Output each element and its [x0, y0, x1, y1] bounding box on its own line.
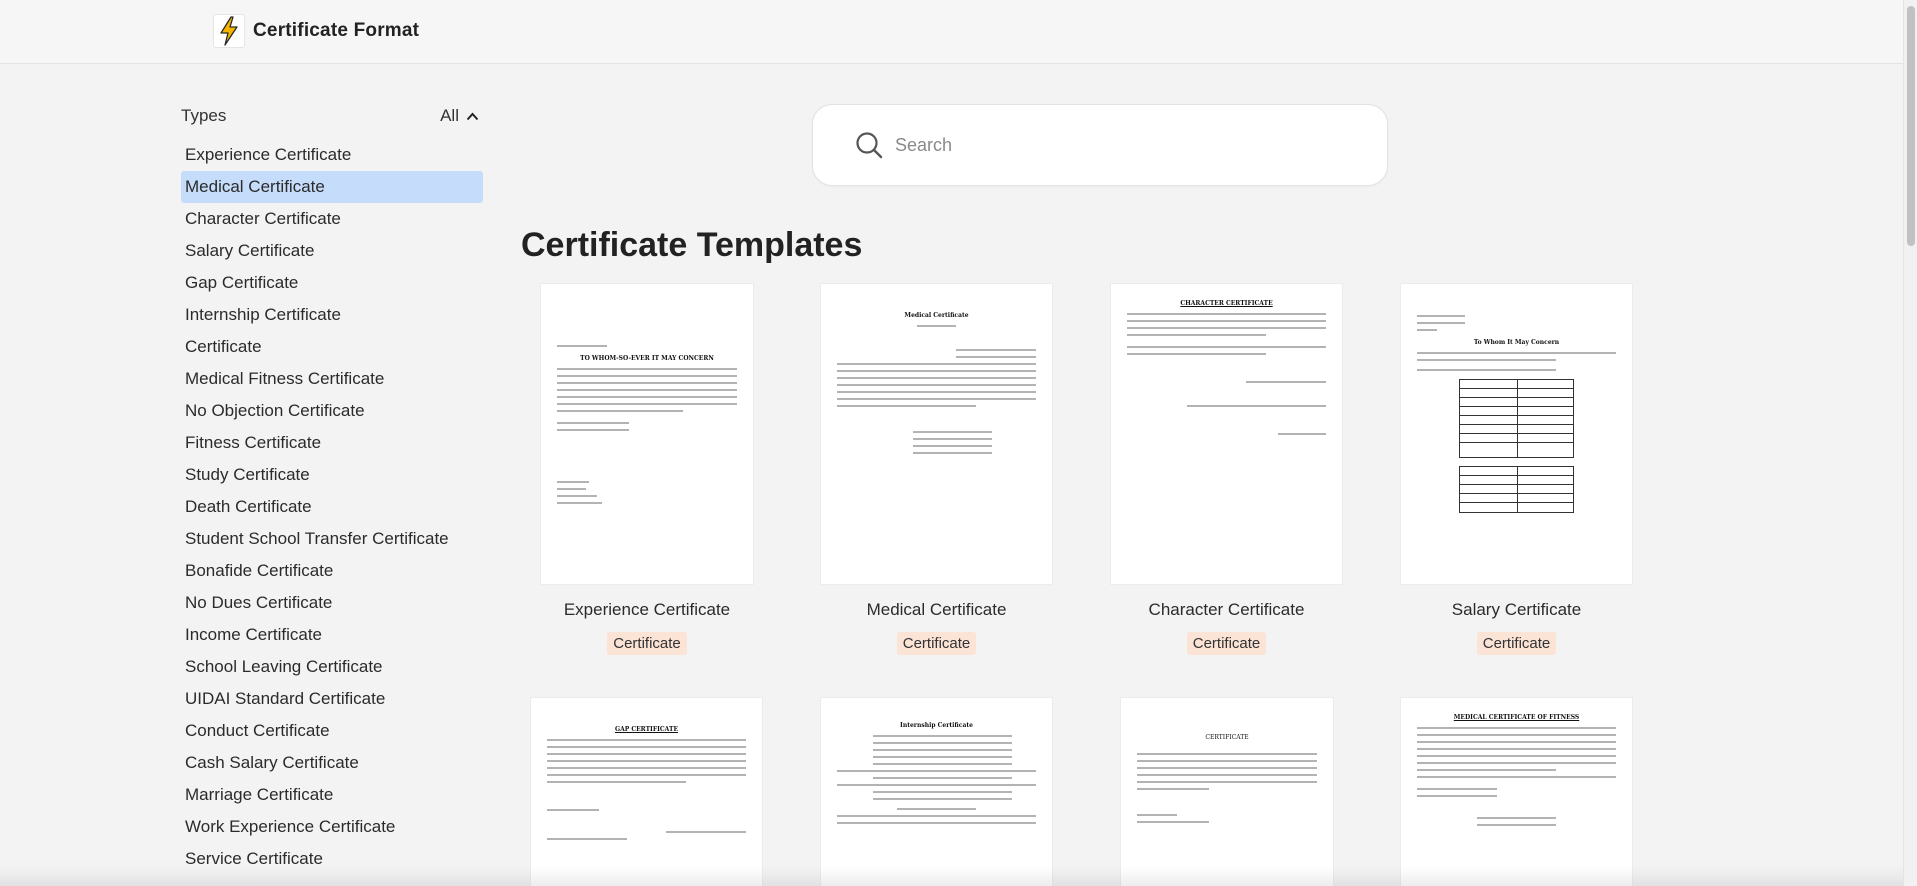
template-title: Medical Certificate — [866, 600, 1007, 619]
doc-heading: GAP CERTIFICATE — [614, 726, 679, 733]
scrollbar-thumb[interactable] — [1907, 6, 1915, 246]
template-card-fitness[interactable]: MEDICAL CERTIFICATE OF FITNESS — [1401, 698, 1632, 886]
template-card-internship[interactable]: Internship Certificate — [821, 698, 1052, 886]
type-item-conduct[interactable]: Conduct Certificate — [181, 715, 483, 747]
bottom-shadow — [0, 866, 1903, 886]
template-thumbnail[interactable]: CHARACTER CERTIFICATE — [1111, 284, 1342, 584]
type-item-no-dues[interactable]: No Dues Certificate — [181, 587, 483, 619]
template-badge: Certificate — [607, 632, 687, 655]
template-badge: Certificate — [1476, 632, 1557, 655]
filter-all-toggle[interactable]: All — [440, 106, 479, 126]
types-list: Experience Certificate Medical Certifica… — [181, 139, 483, 875]
search-icon — [856, 132, 883, 159]
template-thumbnail[interactable]: MEDICAL CERTIFICATE OF FITNESS — [1401, 698, 1632, 886]
types-sidebar: Types All Experience Certificate Medical… — [181, 100, 483, 875]
type-item-school-transfer[interactable]: Student School Transfer Certificate — [181, 523, 483, 555]
filter-all-label: All — [440, 106, 459, 125]
brand[interactable]: Certificate Format — [213, 14, 419, 48]
doc-heading: To Whom It May Concern — [1473, 339, 1560, 346]
type-item-work-experience[interactable]: Work Experience Certificate — [181, 811, 483, 843]
template-badge: Certificate — [896, 632, 977, 655]
type-item-character[interactable]: Character Certificate — [181, 203, 483, 235]
template-card-medical[interactable]: Medical Certificate Medical Certificate … — [821, 284, 1052, 655]
type-item-fitness[interactable]: Fitness Certificate — [181, 427, 483, 459]
template-badge: Certificate — [1186, 632, 1267, 655]
doc-heading: MEDICAL CERTIFICATE OF FITNESS — [1453, 714, 1580, 721]
type-item-income[interactable]: Income Certificate — [181, 619, 483, 651]
template-title: Experience Certificate — [563, 600, 731, 619]
type-item-study[interactable]: Study Certificate — [181, 459, 483, 491]
top-bar: Certificate Format — [0, 0, 1903, 64]
type-item-marriage[interactable]: Marriage Certificate — [181, 779, 483, 811]
doc-heading: CERTIFICATE — [1205, 734, 1249, 741]
template-thumbnail[interactable]: Medical Certificate — [821, 284, 1052, 584]
type-item-salary[interactable]: Salary Certificate — [181, 235, 483, 267]
type-item-medical-fitness[interactable]: Medical Fitness Certificate — [181, 363, 483, 395]
template-card-gap[interactable]: GAP CERTIFICATE — [531, 698, 762, 886]
types-heading: Types — [181, 106, 227, 125]
doc-heading: TO WHOM-SO-EVER IT MAY CONCERN — [580, 355, 714, 362]
type-item-certificate[interactable]: Certificate — [181, 331, 483, 363]
template-thumbnail[interactable]: To Whom It May Concern — [1401, 284, 1632, 584]
type-item-death[interactable]: Death Certificate — [181, 491, 483, 523]
template-title: Character Certificate — [1148, 600, 1305, 619]
template-card-general[interactable]: CERTIFICATE — [1121, 698, 1333, 886]
type-item-school-leaving[interactable]: School Leaving Certificate — [181, 651, 483, 683]
template-thumbnail[interactable]: GAP CERTIFICATE — [531, 698, 762, 886]
template-thumbnail[interactable]: Internship Certificate — [821, 698, 1052, 886]
doc-heading: CHARACTER CERTIFICATE — [1180, 300, 1273, 307]
type-item-gap[interactable]: Gap Certificate — [181, 267, 483, 299]
lightning-bolt-icon — [213, 14, 245, 48]
doc-heading: Medical Certificate — [904, 312, 969, 319]
template-title: Salary Certificate — [1451, 600, 1582, 619]
template-thumbnail[interactable]: CERTIFICATE — [1121, 698, 1333, 886]
type-item-uidai[interactable]: UIDAI Standard Certificate — [181, 683, 483, 715]
page-scrollbar[interactable] — [1903, 0, 1917, 886]
type-item-no-objection[interactable]: No Objection Certificate — [181, 395, 483, 427]
search-input[interactable] — [895, 134, 1355, 156]
chevron-up-icon — [466, 112, 479, 120]
app-title: Certificate Format — [253, 20, 420, 41]
type-item-internship[interactable]: Internship Certificate — [181, 299, 483, 331]
types-header: Types All — [181, 100, 483, 132]
search-box — [812, 104, 1388, 186]
template-card-salary[interactable]: To Whom It May Concern Salary Certificat… — [1401, 284, 1632, 655]
type-item-experience[interactable]: Experience Certificate — [181, 139, 483, 171]
template-card-character[interactable]: CHARACTER CERTIFICATE Character Certific… — [1111, 284, 1342, 655]
template-card-experience[interactable]: TO WHOM-SO-EVER IT MAY CONCERN Experienc… — [541, 284, 753, 655]
page-title: Certificate Templates — [521, 226, 863, 264]
template-thumbnail[interactable]: TO WHOM-SO-EVER IT MAY CONCERN — [541, 284, 753, 584]
doc-heading: Internship Certificate — [900, 722, 973, 729]
type-item-cash-salary[interactable]: Cash Salary Certificate — [181, 747, 483, 779]
type-item-bonafide[interactable]: Bonafide Certificate — [181, 555, 483, 587]
type-item-medical[interactable]: Medical Certificate — [181, 171, 483, 203]
